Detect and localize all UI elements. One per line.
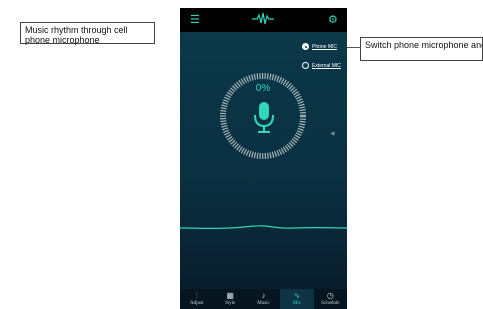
tab-label: Music xyxy=(257,301,270,306)
style-icon: ▦ xyxy=(226,291,234,300)
tab-style[interactable]: ▦ Style xyxy=(213,289,246,309)
phone-mic-option[interactable]: Phone MIC xyxy=(302,43,337,50)
tab-label: Mic xyxy=(292,301,301,306)
schedule-icon: ◷ xyxy=(326,291,334,300)
mic-icon: ∿ xyxy=(293,291,301,300)
tab-music[interactable]: ♪ Music xyxy=(247,289,280,309)
top-bar: ☰ ⚙ xyxy=(180,8,347,32)
phone-mic-label: Phone MIC xyxy=(312,43,338,50)
music-icon: ♪ xyxy=(261,291,266,300)
tab-label: Style xyxy=(224,301,236,306)
tab-label: Adjust xyxy=(190,301,204,306)
phone-mic-radio[interactable] xyxy=(302,43,309,50)
scroll-indicator-icon: ◀ xyxy=(330,131,335,137)
tab-schedule[interactable]: ◷ Schedule xyxy=(314,289,347,309)
microphone-icon[interactable] xyxy=(252,100,276,136)
tab-adjust[interactable]: ⫶ Adjust xyxy=(180,289,213,309)
annotation-leader-line xyxy=(347,47,360,48)
annotation-switch-mic: Switch phone microphone and external mic… xyxy=(360,37,483,61)
menu-icon[interactable]: ☰ xyxy=(190,14,200,26)
external-mic-radio[interactable] xyxy=(302,62,309,69)
adjust-icon: ⫶ xyxy=(195,291,198,300)
annotation-mic-rhythm: Music rhythm through cell phone micropho… xyxy=(20,22,155,45)
level-percent: 0% xyxy=(255,83,271,94)
tab-label: Schedule xyxy=(321,301,340,306)
phone-screen: ☰ ⚙ Phone MIC External MIC 0% ◀ ⫶ Adjust xyxy=(180,8,347,309)
external-mic-label: External MIC xyxy=(312,62,341,69)
sound-wave xyxy=(180,225,347,230)
tab-mic[interactable]: ∿ Mic xyxy=(280,289,314,309)
bottom-tab-bar: ⫶ Adjust ▦ Style ♪ Music ∿ Mic ◷ Schedul… xyxy=(180,289,347,309)
logo-icon xyxy=(252,12,274,29)
gear-icon[interactable]: ⚙ xyxy=(328,14,338,26)
external-mic-option[interactable]: External MIC xyxy=(302,62,341,69)
